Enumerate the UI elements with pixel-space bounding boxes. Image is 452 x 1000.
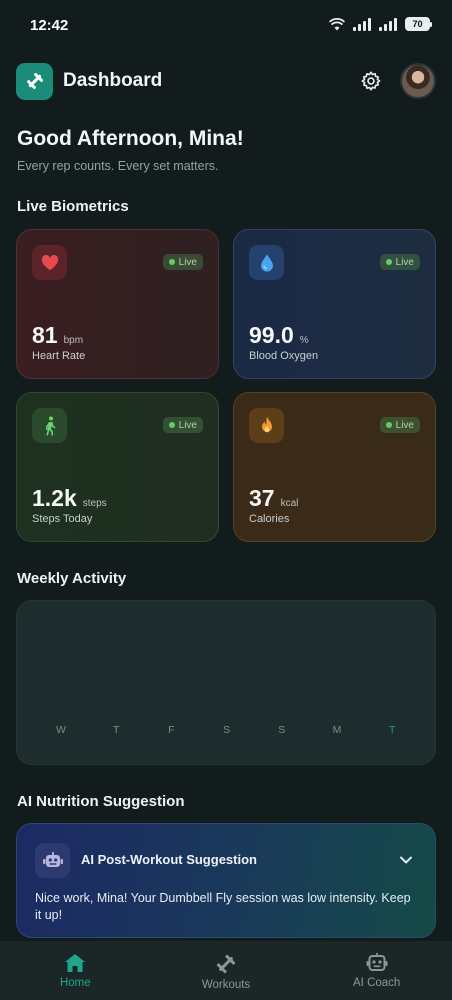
greeting-title: Good Afternoon, Mina! [17, 127, 244, 150]
walking-icon [32, 408, 67, 443]
greeting-subtitle: Every rep counts. Every set matters. [17, 159, 219, 173]
metric-value: 1.2k steps [32, 485, 107, 511]
section-title-nutrition: AI Nutrition Suggestion [17, 793, 185, 810]
water-drop-icon [249, 245, 284, 280]
home-icon [65, 954, 86, 972]
metric-value: 37 kcal [249, 485, 299, 511]
nav-item-home[interactable]: Home [0, 941, 151, 1000]
weekday-label: T [112, 724, 120, 736]
metric-label: Calories [249, 513, 290, 525]
weekly-activity-chart: WTFSSMT [16, 600, 436, 765]
metric-label: Blood Oxygen [249, 350, 319, 362]
weekday-labels: WTFSSMT [17, 724, 435, 738]
heart-icon [32, 245, 67, 280]
metric-value: 99.0 % [249, 322, 309, 348]
ai-card-message: Nice work, Mina! Your Dumbbell Fly sessi… [35, 891, 411, 922]
weekday-label: F [168, 724, 175, 736]
app-header: Dashboard [16, 62, 436, 100]
signal-icon-2 [379, 17, 397, 31]
flame-icon [249, 408, 284, 443]
nav-label: AI Coach [353, 977, 401, 989]
metric-label: Heart Rate [32, 350, 86, 362]
gear-icon[interactable] [358, 68, 384, 94]
chevron-down-icon[interactable] [399, 852, 413, 870]
battery-icon: 70 [405, 17, 432, 31]
section-title-biometrics: Live Biometrics [17, 198, 129, 215]
wifi-icon [329, 17, 345, 30]
screen: 12:42 70 Dashboard Good Afternoon, Mina!… [0, 0, 452, 1000]
calories-card[interactable]: Live 37 kcal Calories [233, 392, 436, 542]
ai-suggestion-card[interactable]: AI Post-Workout Suggestion Nice work, Mi… [16, 823, 436, 938]
blood-oxygen-card[interactable]: Live 99.0 % Blood Oxygen [233, 229, 436, 379]
nav-label: Workouts [201, 979, 251, 991]
weekday-label: T [388, 724, 396, 736]
dumbbell-icon [216, 954, 236, 974]
header-actions [358, 63, 436, 99]
avatar[interactable] [400, 63, 436, 99]
weekday-label: M [332, 724, 342, 736]
heart-rate-card[interactable]: Live 81 bpm Heart Rate [16, 229, 219, 379]
nav-item-workouts[interactable]: Workouts [151, 941, 302, 1000]
metric-label: Steps Today [32, 513, 93, 525]
metric-value: 81 bpm [32, 322, 84, 348]
live-badge: Live [379, 254, 420, 270]
weekday-label: S [223, 724, 231, 736]
nav-item-ai-coach[interactable]: AI Coach [301, 941, 452, 1000]
bottom-nav: Home Workouts AI Coach [0, 941, 452, 1000]
dumbbell-icon [16, 62, 53, 100]
weekday-label: S [278, 724, 286, 736]
section-title-weekly: Weekly Activity [17, 570, 127, 587]
live-badge: Live [162, 254, 203, 270]
status-icons: 70 [329, 17, 432, 31]
live-badge: Live [162, 417, 203, 433]
status-bar: 12:42 70 [0, 0, 452, 50]
nav-label: Home [59, 977, 91, 989]
live-badge: Live [379, 417, 420, 433]
robot-icon [35, 843, 70, 878]
status-time: 12:42 [30, 17, 69, 34]
ai-card-title: AI Post-Workout Suggestion [81, 852, 257, 867]
robot-icon [366, 953, 388, 971]
signal-icon [353, 17, 371, 31]
page-title: Dashboard [63, 70, 163, 91]
steps-card[interactable]: Live 1.2k steps Steps Today [16, 392, 219, 542]
weekday-label: W [56, 724, 66, 736]
